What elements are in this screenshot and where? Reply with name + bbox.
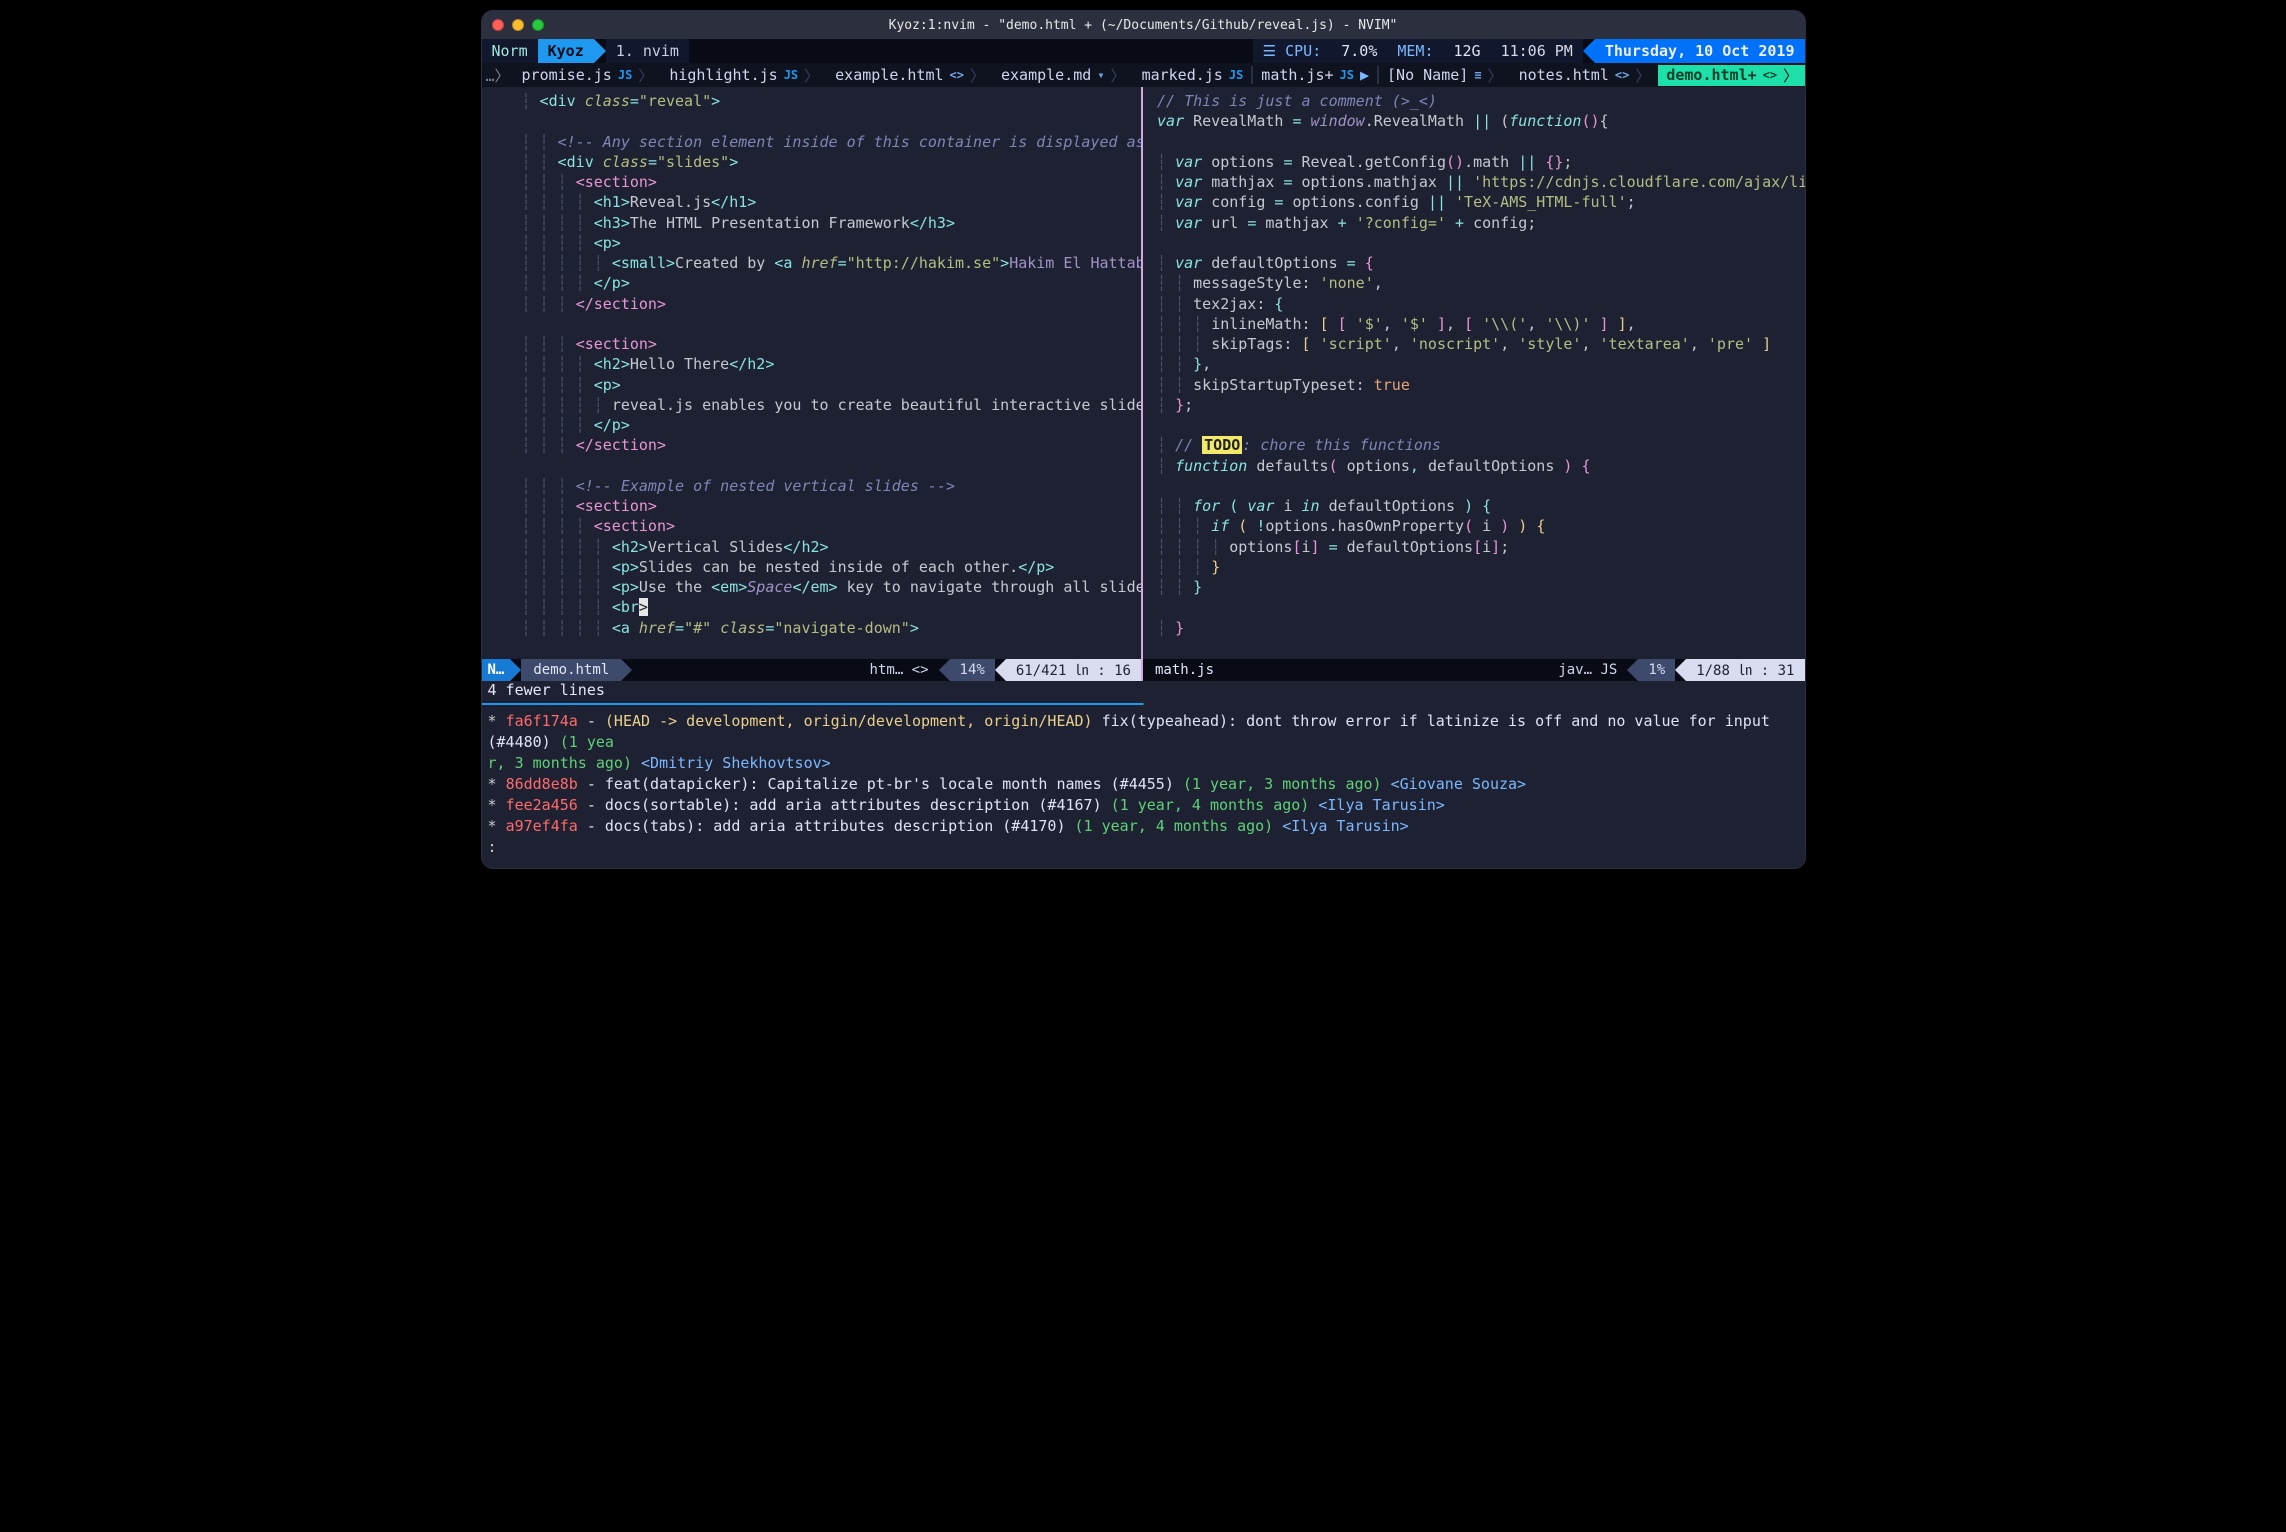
left-code[interactable]: ┆ <div class="reveal"> ┆ ┆ <!-- Any sect… <box>482 87 1142 642</box>
title-bar: Kyoz:1:nvim - "demo.html + (~/Documents/… <box>482 11 1805 39</box>
clock-time: 11:06 PM <box>1491 39 1583 63</box>
git-log-row: * a97ef4fa - docs(tabs): add aria attrib… <box>488 816 1799 837</box>
chevron-left-icon <box>939 659 950 681</box>
right-filename: math.js <box>1143 659 1226 681</box>
chevron-right-icon: 〉 <box>1783 65 1798 86</box>
tab-noname[interactable]: [No Name] ≡ 〉 <box>1379 65 1511 86</box>
editor-splits: ┆ <div class="reveal"> ┆ ┆ <!-- Any sect… <box>482 87 1805 681</box>
left-pane[interactable]: ┆ <div class="reveal"> ┆ ┆ <!-- Any sect… <box>482 87 1144 681</box>
right-code[interactable]: // This is just a comment (>_<)var Revea… <box>1143 87 1805 642</box>
tab-highlight[interactable]: highlight.js JS 〉 <box>661 65 827 86</box>
traffic-lights <box>492 19 544 31</box>
chevron-right-icon <box>594 39 606 63</box>
left-position: 61/421 ㏑ : 16 <box>1006 659 1141 681</box>
right-pane[interactable]: // This is just a comment (>_<)var Revea… <box>1143 87 1805 681</box>
git-prompt[interactable]: : <box>488 837 1799 858</box>
chevron-right-icon: 〉 <box>1488 65 1503 86</box>
clock-date: Thursday, 10 Oct 2019 <box>1595 39 1805 63</box>
right-statusline: math.js jav… JS 1% 1/88 ㏑ : 31 <box>1143 659 1805 681</box>
git-log[interactable]: * fa6f174a - (HEAD -> development, origi… <box>482 705 1805 868</box>
tab-marked[interactable]: marked.js JS <box>1134 66 1252 84</box>
mem-value: 12G <box>1444 39 1491 63</box>
tmux-window[interactable]: 1. nvim <box>606 39 689 63</box>
minimize-icon[interactable] <box>512 19 524 31</box>
git-log-row: * fa6f174a - (HEAD -> development, origi… <box>488 711 1799 753</box>
chevron-left-icon <box>1627 659 1638 681</box>
terminal-window: Kyoz:1:nvim - "demo.html + (~/Documents/… <box>481 10 1806 869</box>
cpu-value: 7.0% <box>1331 39 1387 63</box>
chevron-right-icon: 〉 <box>970 65 985 86</box>
chevron-right-icon: 〉 <box>1111 65 1126 86</box>
tab-example-md[interactable]: example.md ▾ 〉 <box>993 65 1134 86</box>
git-log-row: * fee2a456 - docs(sortable): add aria at… <box>488 795 1799 816</box>
chevron-left-icon <box>1583 39 1595 63</box>
left-filename: demo.html <box>521 659 621 681</box>
split-flag-icon: ▶ <box>1360 66 1369 84</box>
right-position: 1/88 ㏑ : 31 <box>1686 659 1804 681</box>
chevron-right-icon: 〉 <box>804 65 819 86</box>
tab-notes[interactable]: notes.html <> 〉 <box>1511 65 1659 86</box>
buffer-tab-bar: …〉 promise.js JS 〉 highlight.js JS 〉 exa… <box>482 63 1805 87</box>
tab-promise[interactable]: promise.js JS 〉 <box>514 65 662 86</box>
tab-example-html[interactable]: example.html <> 〉 <box>827 65 993 86</box>
chevron-left-icon <box>1675 659 1686 681</box>
overflow-indicator: …〉 <box>482 65 514 86</box>
tmux-session[interactable]: Kyoz <box>538 39 594 63</box>
window-title: Kyoz:1:nvim - "demo.html + (~/Documents/… <box>482 18 1805 33</box>
right-percent: 1% <box>1638 659 1675 681</box>
chevron-right-icon: 〉 <box>1635 65 1650 86</box>
tab-demo-active[interactable]: demo.html+ <> 〉 <box>1658 65 1804 86</box>
left-filetype: htm… <> <box>860 662 939 678</box>
zoom-icon[interactable] <box>532 19 544 31</box>
mode-indicator: N… <box>482 659 511 681</box>
vim-mode: Norm <box>482 39 538 63</box>
chevron-right-icon: 〉 <box>638 65 653 86</box>
chevron-right-icon <box>510 659 521 681</box>
tab-math[interactable]: math.js+ JS ▶ <box>1251 66 1379 84</box>
cpu-label: ☰ CPU: <box>1253 39 1332 63</box>
tmux-status-bar: Norm Kyoz 1. nvim ☰ CPU: 7.0% MEM: 12G 1… <box>482 39 1805 63</box>
message-line: 4 fewer lines <box>482 681 1805 703</box>
close-icon[interactable] <box>492 19 504 31</box>
left-percent: 14% <box>950 659 995 681</box>
chevron-left-icon <box>995 659 1006 681</box>
left-statusline: N… demo.html htm… <> 14% 61/421 ㏑ : 16 <box>482 659 1142 681</box>
git-log-row-wrap: r, 3 months ago) <Dmitriy Shekhovtsov> <box>488 753 1799 774</box>
git-log-row: * 86dd8e8b - feat(datapicker): Capitaliz… <box>488 774 1799 795</box>
right-filetype: jav… JS <box>1548 662 1627 678</box>
mem-label: MEM: <box>1387 39 1443 63</box>
chevron-right-icon <box>621 659 632 681</box>
